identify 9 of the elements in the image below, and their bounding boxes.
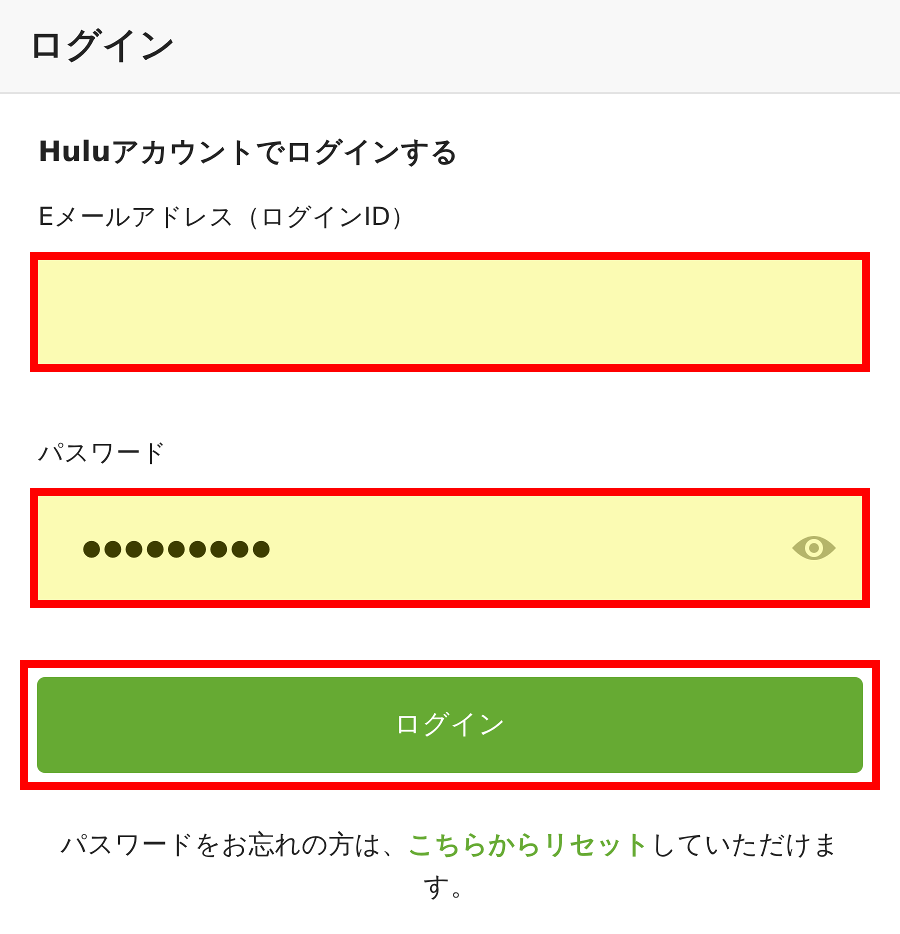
email-field[interactable] — [30, 252, 870, 372]
login-button[interactable]: ログイン — [37, 677, 863, 773]
password-field[interactable]: ●●●●●●●●● — [30, 488, 870, 608]
section-heading: Huluアカウントでログインする — [38, 134, 460, 170]
reset-link[interactable]: こちらからリセット — [408, 830, 650, 860]
page-title: ログイン — [28, 24, 176, 68]
reset-note: パスワードをお忘れの方は、こちらからリセット していただけます。 — [60, 829, 840, 904]
field-label: Eメールアドレス（ログインID） — [38, 201, 416, 233]
field-label: パスワード — [38, 437, 168, 469]
